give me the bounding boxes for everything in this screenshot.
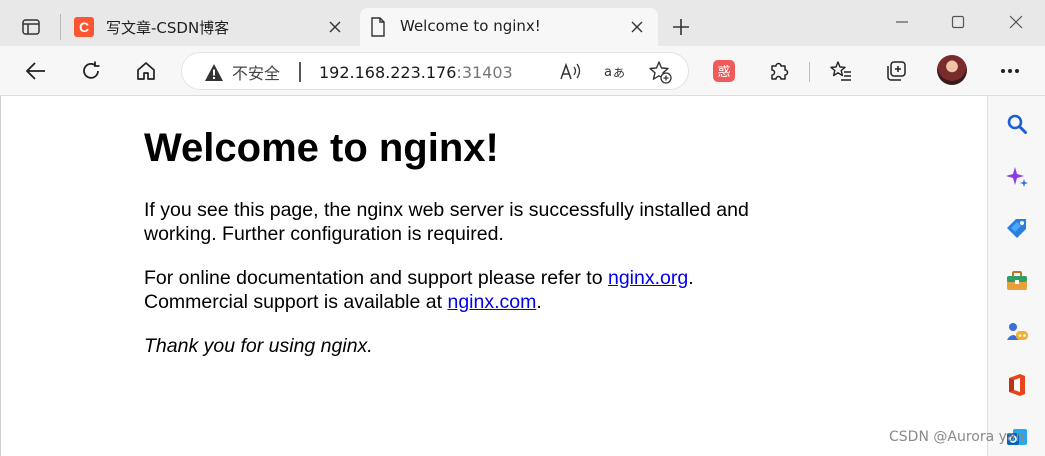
security-label: 不安全 xyxy=(232,64,281,83)
sidebar-search-button[interactable] xyxy=(1002,109,1032,139)
office-icon xyxy=(1009,374,1025,396)
page-heading: Welcome to nginx! xyxy=(144,126,499,170)
profile-avatar[interactable] xyxy=(937,55,967,85)
home-button[interactable] xyxy=(129,54,163,88)
more-horizontal-icon xyxy=(1001,69,1019,73)
refresh-icon xyxy=(83,61,100,79)
thanks-paragraph: Thank you for using nginx. xyxy=(144,334,784,358)
extension-button[interactable]: 惑 xyxy=(707,54,741,88)
thanks-text: Thank you for using nginx. xyxy=(144,335,373,357)
collections-icon xyxy=(887,61,906,81)
tab-close-button[interactable] xyxy=(626,16,648,38)
commercial-text-end: . xyxy=(536,291,542,313)
sidebar-tools-button[interactable] xyxy=(1002,266,1032,296)
tab-actions-button[interactable] xyxy=(14,12,48,42)
csdn-watermark: CSDN @Aurora yan xyxy=(889,429,1025,445)
back-arrow-icon xyxy=(25,62,45,80)
tools-briefcase-icon xyxy=(1007,271,1027,290)
maximize-button[interactable] xyxy=(938,8,978,36)
nginx-com-link[interactable]: nginx.com xyxy=(447,291,536,313)
svg-text:惑: 惑 xyxy=(717,64,730,80)
warning-icon xyxy=(205,63,223,81)
settings-menu-button[interactable] xyxy=(993,54,1027,88)
commercial-text: Commercial support is available at xyxy=(144,291,448,313)
url-text[interactable]: 192.168.223.176:31403 xyxy=(319,63,513,82)
minimize-icon xyxy=(896,21,908,23)
read-aloud-button[interactable] xyxy=(559,60,583,84)
tab-close-button[interactable] xyxy=(324,16,346,38)
toolbar-separator xyxy=(809,62,810,82)
extensions-button[interactable] xyxy=(762,54,796,88)
page-icon xyxy=(368,17,388,37)
sidebar-games-button[interactable] xyxy=(1002,317,1032,347)
games-icon xyxy=(1007,323,1028,340)
url-host: 192.168.223.176 xyxy=(319,63,457,82)
svg-text:あ: あ xyxy=(613,66,625,80)
intro-paragraph: If you see this page, the nginx web serv… xyxy=(144,199,749,245)
tab-separator xyxy=(60,14,61,40)
doc-text: For online documentation and support ple… xyxy=(144,267,608,289)
svg-text:C: C xyxy=(79,19,89,35)
home-icon xyxy=(137,62,155,80)
nginx-org-link[interactable]: nginx.org xyxy=(608,267,688,289)
maximize-icon xyxy=(951,15,965,29)
csdn-logo-icon: C xyxy=(74,17,94,37)
nginx-welcome-content: Welcome to nginx! If you see this page, … xyxy=(144,124,784,378)
close-icon xyxy=(1009,15,1023,29)
collections-button[interactable] xyxy=(879,54,913,88)
star-add-icon xyxy=(649,61,672,84)
address-separator xyxy=(299,62,301,82)
edge-sidebar xyxy=(987,96,1045,456)
sidebar-shopping-button[interactable] xyxy=(1002,213,1032,243)
tab-csdn[interactable]: C 写文章-CSDN博客 xyxy=(66,8,356,46)
read-aloud-icon xyxy=(560,62,581,80)
close-icon xyxy=(631,21,643,33)
search-icon xyxy=(1007,114,1027,134)
translate-button[interactable]: a あ xyxy=(603,60,627,84)
minimize-button[interactable] xyxy=(882,8,922,36)
documentation-paragraph: For online documentation and support ple… xyxy=(144,266,784,314)
close-window-button[interactable] xyxy=(996,8,1036,36)
back-button[interactable] xyxy=(19,54,53,88)
web-page-content: Welcome to nginx! If you see this page, … xyxy=(0,96,987,456)
svg-text:a: a xyxy=(604,65,612,80)
url-port: :31403 xyxy=(456,63,513,82)
site-security-indicator[interactable]: 不安全 xyxy=(204,61,280,83)
tab-nginx[interactable]: Welcome to nginx! xyxy=(360,8,658,46)
tab-strip: C 写文章-CSDN博客 Welcome to nginx! xyxy=(0,0,1045,46)
translate-icon: a あ xyxy=(604,65,625,80)
tab-actions-icon xyxy=(22,19,40,35)
tab-title: 写文章-CSDN博客 xyxy=(106,19,230,37)
shopping-tag-icon xyxy=(1007,219,1026,238)
favorites-button[interactable] xyxy=(824,54,858,88)
browser-toolbar: 不安全 192.168.223.176:31403 a あ 惑 xyxy=(0,46,1045,96)
address-bar[interactable]: 不安全 192.168.223.176:31403 a あ xyxy=(181,52,689,90)
add-favorite-button[interactable] xyxy=(648,60,672,84)
sidebar-copilot-button[interactable] xyxy=(1002,162,1032,192)
refresh-button[interactable] xyxy=(74,54,108,88)
new-tab-button[interactable] xyxy=(666,12,696,42)
copilot-sparkle-icon xyxy=(1006,167,1028,187)
close-icon xyxy=(329,21,341,33)
extension-badge-icon: 惑 xyxy=(713,60,735,82)
puzzle-icon xyxy=(771,62,789,80)
sidebar-office-button[interactable] xyxy=(1002,370,1032,400)
favorites-star-list-icon xyxy=(830,61,851,81)
doc-text-end: . xyxy=(688,267,694,289)
plus-icon xyxy=(673,19,689,35)
tab-title: Welcome to nginx! xyxy=(400,17,541,35)
